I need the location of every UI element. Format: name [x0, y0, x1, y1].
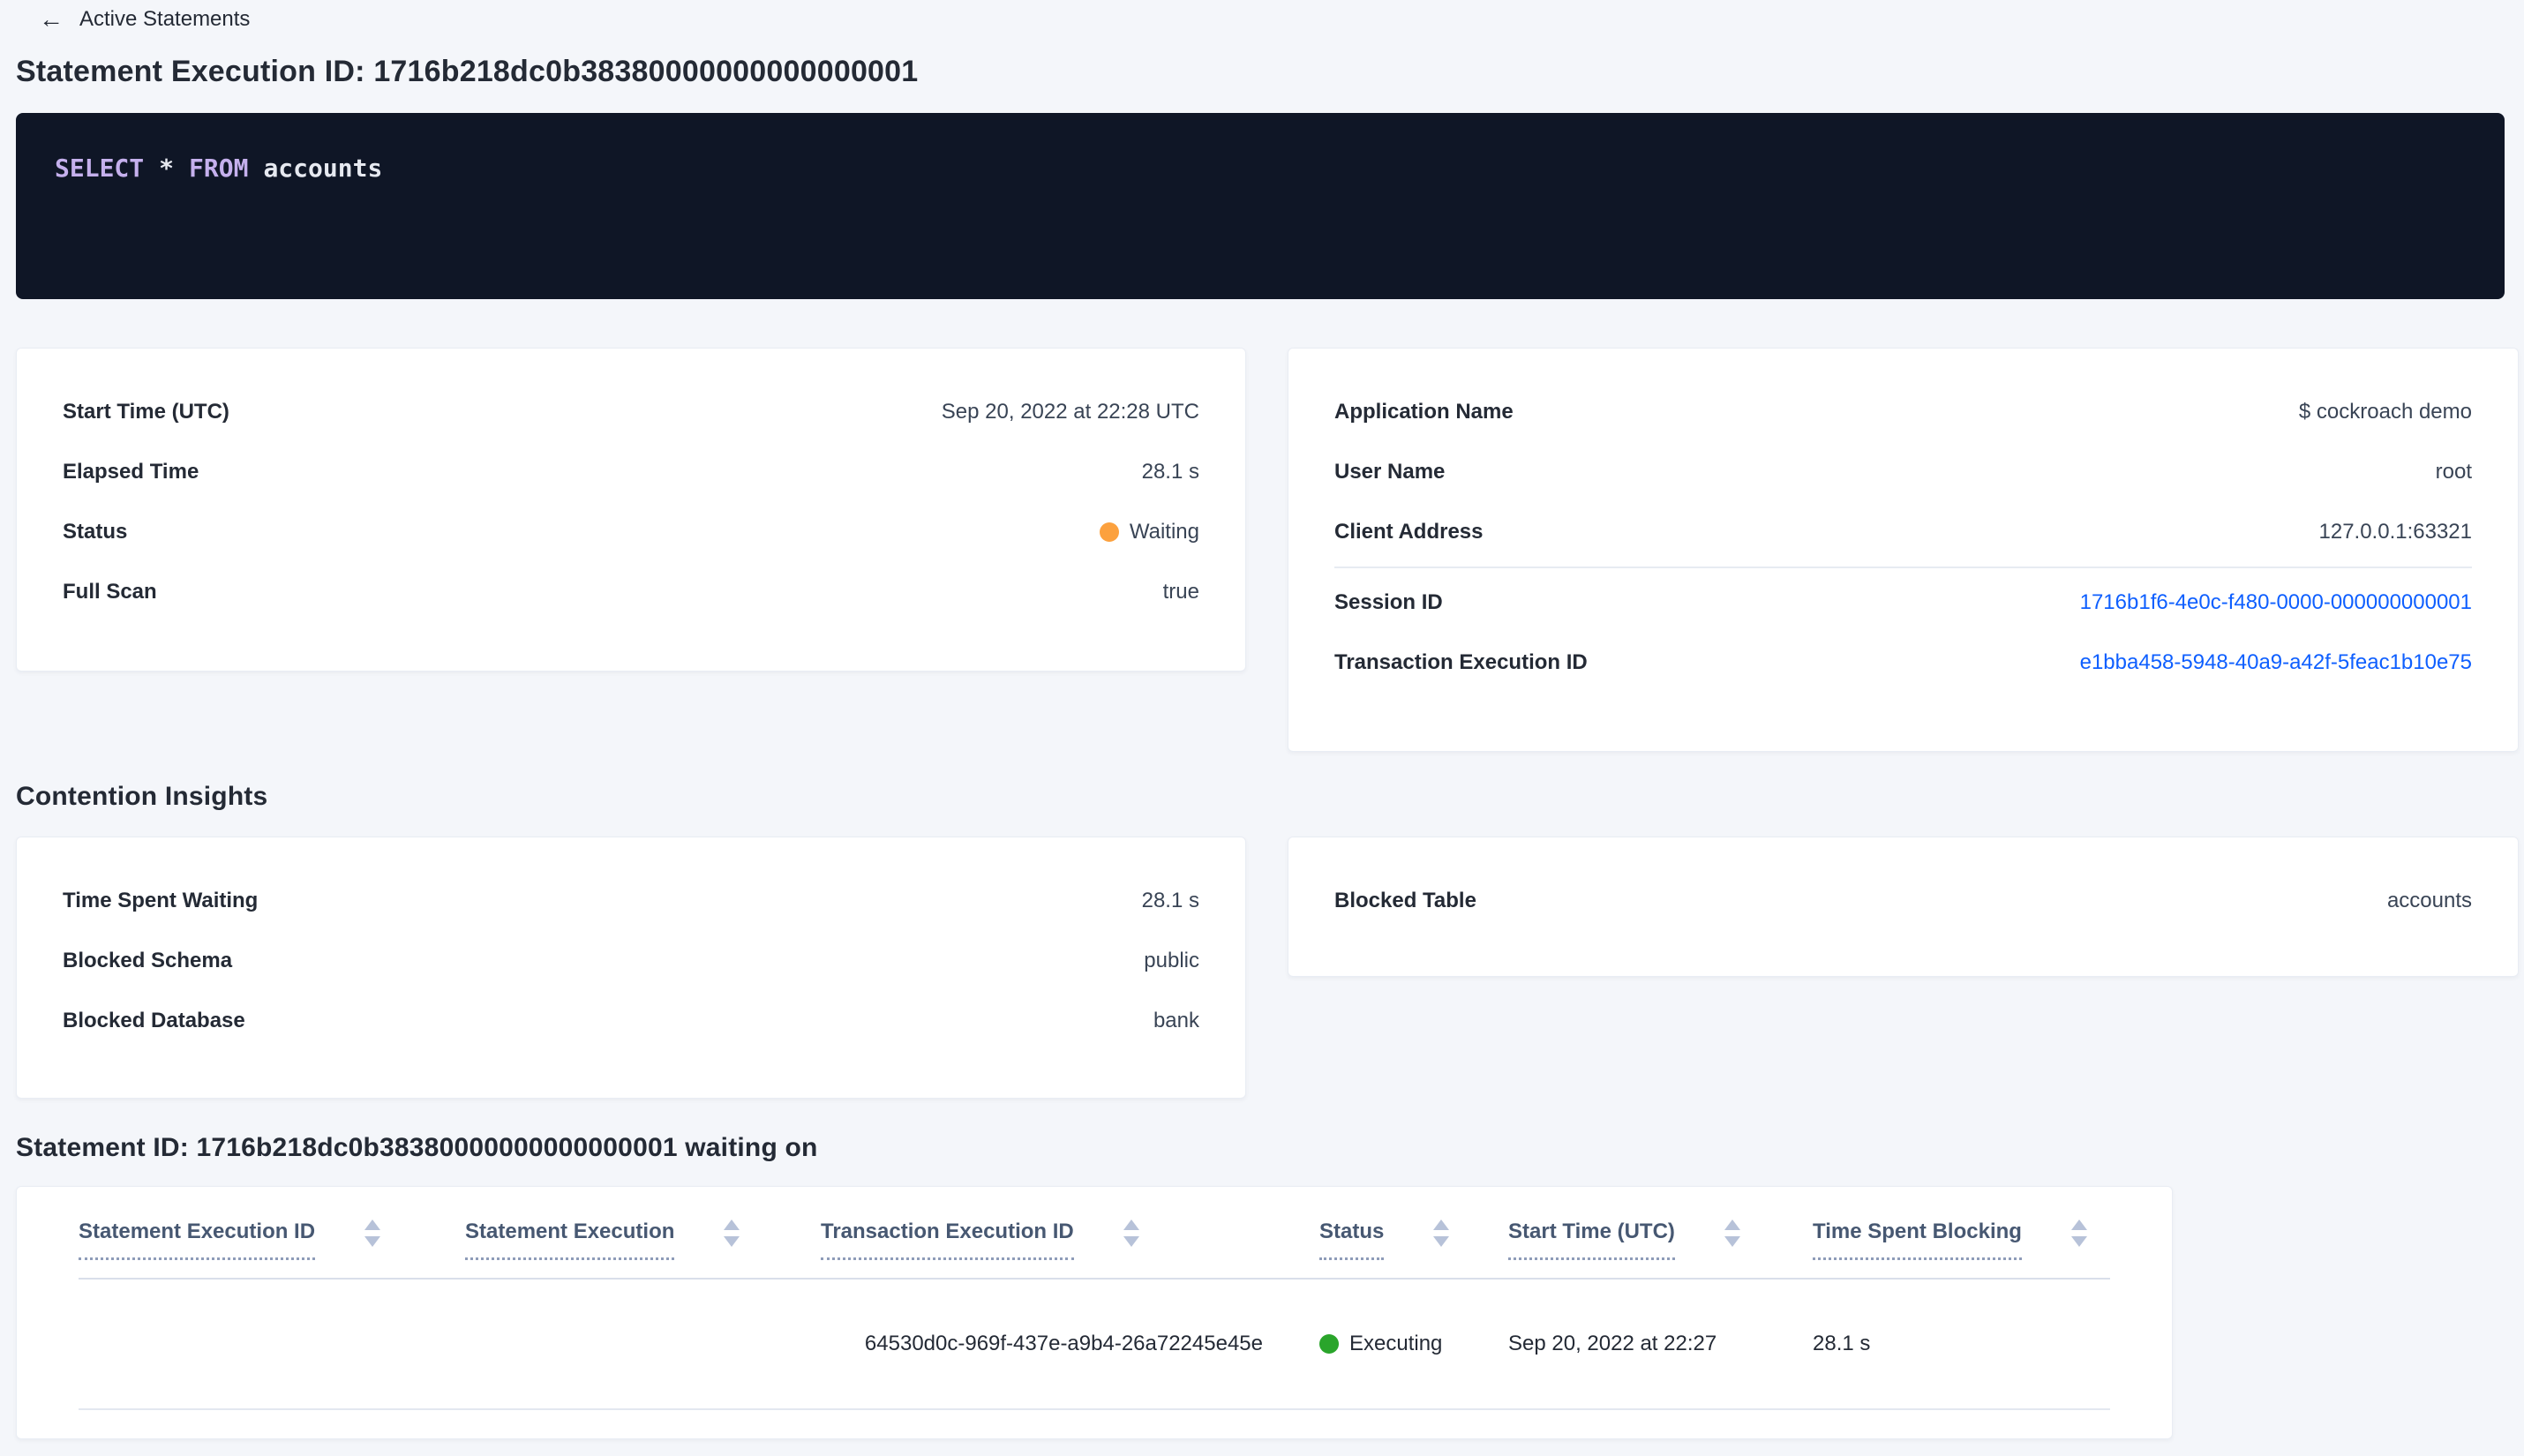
session-id-label: Session ID [1334, 590, 1443, 614]
status-label: Status [63, 520, 128, 544]
elapsed-time-value: 28.1 s [1141, 460, 1199, 484]
table-row: 64530d0c-969f-437e-a9b4-26a72245e45e Exe… [79, 1280, 2110, 1410]
start-time-row: Start Time (UTC) Sep 20, 2022 at 22:28 U… [63, 382, 1199, 442]
session-id-row: Session ID 1716b1f6-4e0c-f480-0000-00000… [1334, 573, 2472, 633]
session-details-card: Application Name $ cockroach demo User N… [1288, 348, 2519, 752]
sort-arrows-icon[interactable] [1724, 1220, 1740, 1247]
waiting-on-table-card: Statement Execution ID Statement Executi… [16, 1186, 2173, 1439]
application-name-value: $ cockroach demo [2298, 400, 2472, 424]
sql-statement-box: SELECT * FROM accounts [16, 113, 2505, 299]
full-scan-label: Full Scan [63, 580, 157, 604]
full-scan-row: Full Scan true [63, 562, 1199, 622]
status-waiting-text: Waiting [1129, 520, 1199, 544]
cell-start-time: Sep 20, 2022 at 22:27 [1508, 1332, 1717, 1355]
start-time-label: Start Time (UTC) [63, 400, 229, 424]
column-header-statement-execution[interactable]: Statement Execution [465, 1219, 821, 1260]
blocked-schema-label: Blocked Schema [63, 949, 233, 972]
client-address-label: Client Address [1334, 520, 1484, 544]
transaction-execution-id-link[interactable]: e1bba458-5948-40a9-a42f-5feac1b10e75 [2080, 650, 2472, 675]
cell-status: Executing [1319, 1332, 1508, 1356]
blocked-database-row: Blocked Database bank [63, 991, 1199, 1051]
client-address-row: Client Address 127.0.0.1:63321 [1334, 502, 2472, 562]
card-divider [1334, 567, 2472, 568]
full-scan-value: true [1162, 580, 1199, 604]
blocked-database-label: Blocked Database [63, 1009, 245, 1032]
transaction-execution-id-label: Transaction Execution ID [1334, 650, 1588, 674]
column-header-status[interactable]: Status [1319, 1219, 1508, 1260]
status-value: Waiting [1099, 520, 1199, 544]
table-header-row: Statement Execution ID Statement Executi… [79, 1187, 2110, 1280]
page-title: Statement Execution ID: 1716b218dc0b3838… [16, 55, 919, 88]
sort-arrows-icon[interactable] [364, 1220, 381, 1247]
user-name-row: User Name root [1334, 442, 2472, 502]
time-spent-waiting-value: 28.1 s [1141, 889, 1199, 912]
application-name-label: Application Name [1334, 400, 1514, 424]
contention-details-card: Time Spent Waiting 28.1 s Blocked Schema… [16, 837, 1246, 1099]
elapsed-time-row: Elapsed Time 28.1 s [63, 442, 1199, 502]
contention-insights-heading: Contention Insights [16, 782, 268, 811]
sql-keyword-select: SELECT [55, 154, 145, 183]
sql-table-name: accounts [263, 154, 383, 183]
column-header-time-spent-blocking[interactable]: Time Spent Blocking [1813, 1219, 2112, 1260]
status-executing-text: Executing [1349, 1332, 1443, 1355]
status-row: Status Waiting [63, 502, 1199, 562]
column-header-start-time[interactable]: Start Time (UTC) [1508, 1219, 1813, 1260]
time-spent-waiting-row: Time Spent Waiting 28.1 s [63, 871, 1199, 931]
user-name-value: root [2435, 460, 2472, 484]
blocked-table-row: Blocked Table accounts [1334, 871, 2472, 931]
sql-statement-text: SELECT * FROM accounts [55, 154, 2466, 183]
start-time-value: Sep 20, 2022 at 22:28 UTC [941, 400, 1199, 424]
waiting-on-heading: Statement ID: 1716b218dc0b38380000000000… [16, 1133, 818, 1162]
cell-time-spent-blocking: 28.1 s [1813, 1332, 1871, 1355]
blocked-database-value: bank [1153, 1009, 1199, 1032]
elapsed-time-label: Elapsed Time [63, 460, 199, 484]
sort-arrows-icon[interactable] [1123, 1220, 1139, 1247]
sort-arrows-icon[interactable] [1433, 1220, 1450, 1247]
cell-transaction-execution-id: 64530d0c-969f-437e-a9b4-26a72245e45e [864, 1332, 1263, 1355]
sort-arrows-icon[interactable] [724, 1220, 740, 1247]
time-spent-waiting-label: Time Spent Waiting [63, 889, 259, 912]
arrow-left-icon: ← [39, 5, 64, 33]
blocked-table-card: Blocked Table accounts [1288, 837, 2519, 977]
sort-arrows-icon[interactable] [2070, 1220, 2087, 1247]
column-header-statement-execution-id[interactable]: Statement Execution ID [79, 1219, 465, 1260]
status-executing-dot-icon [1319, 1334, 1339, 1354]
blocked-table-value: accounts [2386, 889, 2472, 912]
blocked-table-label: Blocked Table [1334, 889, 1476, 912]
blocked-schema-value: public [1144, 949, 1199, 972]
breadcrumb-label: Active Statements [79, 7, 251, 31]
blocked-schema-row: Blocked Schema public [63, 931, 1199, 991]
transaction-execution-id-row: Transaction Execution ID e1bba458-5948-4… [1334, 633, 2472, 693]
status-waiting-dot-icon [1099, 522, 1119, 542]
sql-keyword-from: FROM [189, 154, 249, 183]
execution-details-card: Start Time (UTC) Sep 20, 2022 at 22:28 U… [16, 348, 1246, 672]
breadcrumb-back-link[interactable]: ← Active Statements [39, 4, 250, 35]
column-header-transaction-execution-id[interactable]: Transaction Execution ID [821, 1219, 1319, 1260]
user-name-label: User Name [1334, 460, 1446, 484]
sql-star: * [159, 154, 175, 183]
client-address-value: 127.0.0.1:63321 [2318, 520, 2473, 544]
session-id-link[interactable]: 1716b1f6-4e0c-f480-0000-000000000001 [2080, 590, 2472, 615]
application-name-row: Application Name $ cockroach demo [1334, 382, 2472, 442]
